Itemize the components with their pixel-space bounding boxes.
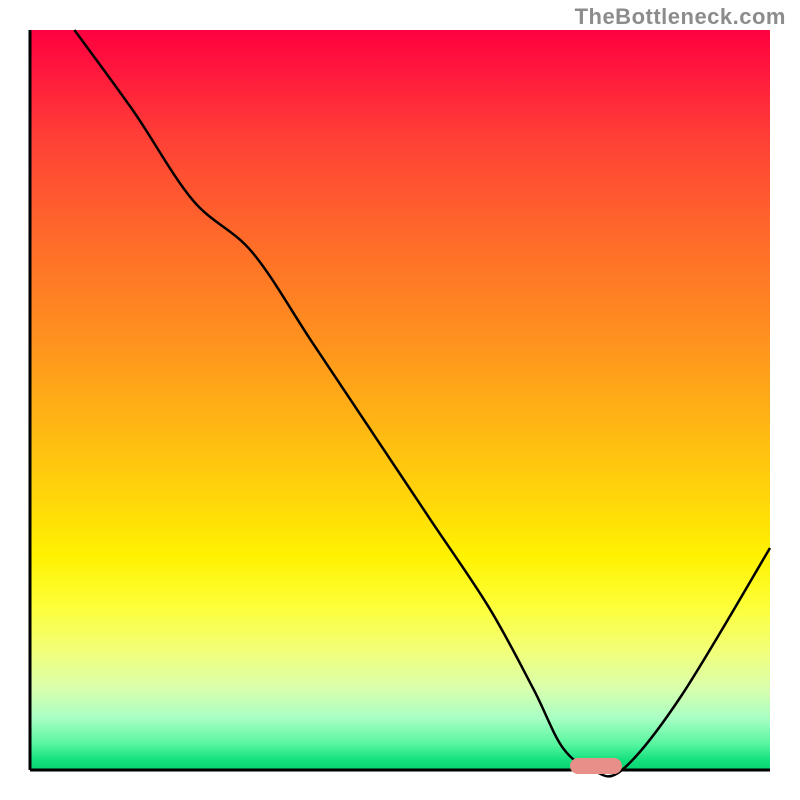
plot-area xyxy=(30,30,770,770)
chart-container: TheBottleneck.com xyxy=(0,0,800,800)
attribution-text: TheBottleneck.com xyxy=(575,4,786,30)
optimum-marker xyxy=(570,758,622,774)
heat-gradient-background xyxy=(30,30,770,770)
